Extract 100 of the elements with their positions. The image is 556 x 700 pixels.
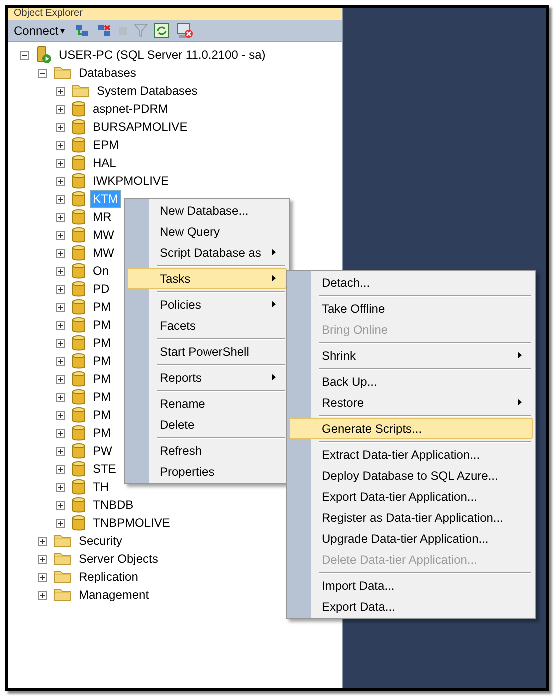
connect-button[interactable]: Connect ▾ [12,24,68,38]
submenu-arrow-icon [518,352,522,359]
database-icon [72,514,86,532]
tree-item[interactable]: PD [90,280,113,298]
tree-item[interactable]: PM [90,316,114,334]
database-icon [72,280,86,298]
expander[interactable] [56,302,65,312]
expander[interactable] [56,500,65,510]
expander[interactable] [56,140,65,150]
tree-item[interactable]: STE [90,460,120,478]
database-icon [72,388,86,406]
expander[interactable] [56,356,65,366]
menu-item[interactable]: Reports [127,362,287,388]
expander[interactable] [56,212,65,222]
expander[interactable] [56,176,65,186]
tree-item[interactable]: TNBPMOLIVE [90,514,174,532]
tree-item[interactable]: PM [90,406,114,424]
tree-item[interactable]: MW [90,226,118,244]
tree-item[interactable]: EPM [90,136,122,154]
expander[interactable] [56,482,65,492]
tree-item[interactable]: PM [90,352,114,370]
menu-item[interactable]: New Database... [127,200,287,221]
expander[interactable] [56,86,65,96]
menu-item[interactable]: Back Up... [289,366,533,392]
database-icon [72,424,86,442]
menu-item[interactable]: New Query [127,221,287,242]
expander[interactable] [56,194,65,204]
expander[interactable] [56,266,65,276]
tree-item[interactable]: Server Objects [76,550,162,568]
expander[interactable] [38,68,47,78]
tree-item[interactable]: PM [90,370,114,388]
tree-item[interactable]: BURSAPMOLIVE [90,118,191,136]
menu-item[interactable]: Import Data... [289,570,533,596]
expander[interactable] [38,572,47,582]
menu-item[interactable]: Refresh [127,435,287,461]
tree-item[interactable]: MW [90,244,118,262]
refresh-icon[interactable] [154,22,170,38]
expander[interactable] [38,554,47,564]
menu-item[interactable]: Deploy Database to SQL Azure... [289,465,533,486]
tree-item[interactable]: USER-PC (SQL Server 11.0.2100 - sa) [56,46,269,64]
tree-item[interactable]: System Databases [94,82,201,100]
tree-item[interactable]: On [90,262,112,280]
menu-item[interactable]: Facets [127,315,287,336]
expander[interactable] [56,284,65,294]
expander[interactable] [56,230,65,240]
menu-item[interactable]: Script Database as [127,242,287,263]
menu-item[interactable]: Shrink [289,340,533,366]
tree-item[interactable]: Security [76,532,126,550]
menu-item[interactable]: Restore [289,392,533,413]
database-icon [72,226,86,244]
tree-item[interactable]: MR [90,208,115,226]
tree-item[interactable]: Databases [76,64,140,82]
tree-item[interactable]: PM [90,388,114,406]
expander[interactable] [56,320,65,330]
menu-item[interactable]: Delete [127,414,287,435]
menu-item[interactable]: Upgrade Data-tier Application... [289,528,533,549]
submenu-arrow-icon [272,374,276,381]
tree-item[interactable]: aspnet-PDRM [90,100,172,118]
submenu-arrow-icon [272,301,276,308]
disconnect-server-icon[interactable] [96,22,112,38]
activity-monitor-icon[interactable] [176,22,194,40]
menu-item[interactable]: Export Data-tier Application... [289,486,533,507]
expander[interactable] [56,158,65,168]
expander[interactable] [56,248,65,258]
tree-item[interactable]: TH [90,478,112,496]
tree-item[interactable]: Replication [76,568,142,586]
expander[interactable] [56,338,65,348]
menu-item[interactable]: Extract Data-tier Application... [289,439,533,465]
menu-item[interactable]: Properties [127,461,287,482]
expander[interactable] [56,518,65,528]
database-icon [72,352,86,370]
tree-item[interactable]: PW [90,442,116,460]
expander[interactable] [56,104,65,114]
tree-item[interactable]: HAL [90,154,120,172]
menu-item[interactable]: Export Data... [289,596,533,617]
panel-title: Object Explorer [13,8,84,20]
expander[interactable] [38,536,47,546]
tree-item[interactable]: PM [90,298,114,316]
menu-item[interactable]: Detach... [289,272,533,293]
menu-item[interactable]: Policies [127,289,287,315]
menu-item[interactable]: Start PowerShell [127,336,287,362]
tree-item[interactable]: PM [90,424,114,442]
menu-item[interactable]: Register as Data-tier Application... [289,507,533,528]
expander[interactable] [56,464,65,474]
expander[interactable] [56,392,65,402]
expander[interactable] [56,122,65,132]
connect-server-icon[interactable] [74,22,90,38]
expander[interactable] [56,428,65,438]
tree-item[interactable]: PM [90,334,114,352]
tree-item[interactable]: IWKPMOLIVE [90,172,172,190]
expander[interactable] [56,446,65,456]
expander[interactable] [20,50,29,60]
database-icon [72,406,86,424]
expander[interactable] [56,410,65,420]
tree-item[interactable]: Management [76,586,152,604]
tree-item[interactable]: TNBDB [90,496,137,514]
expander[interactable] [56,374,65,384]
menu-item[interactable]: Rename [127,388,287,414]
menu-item[interactable]: Take Offline [289,293,533,319]
expander[interactable] [38,590,47,600]
